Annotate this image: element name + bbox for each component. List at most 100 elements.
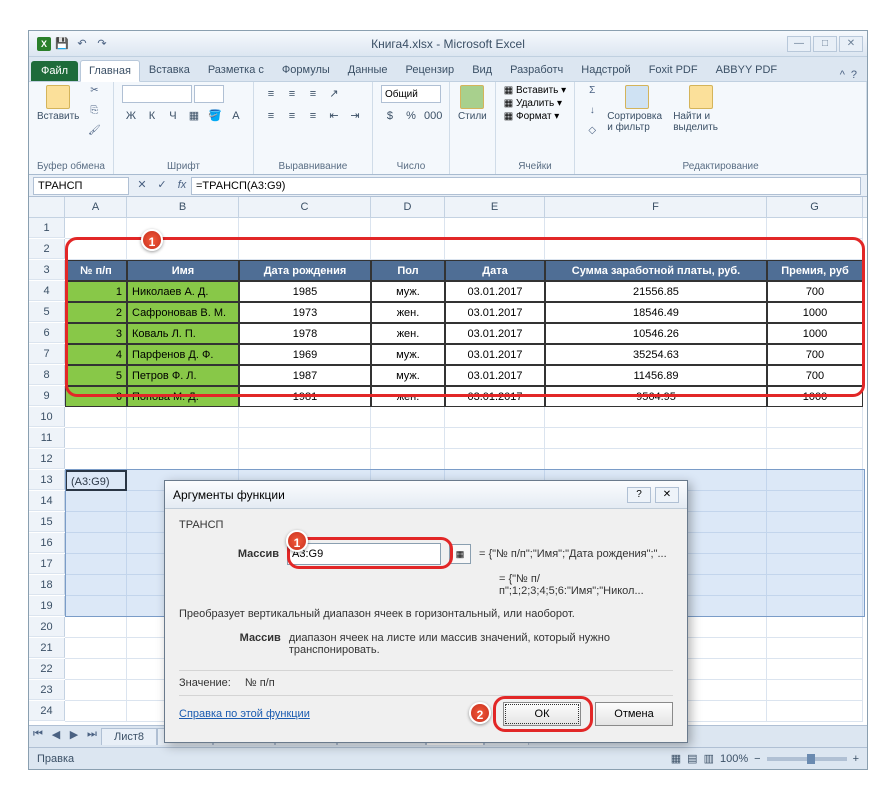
sort-filter-button[interactable]: Сортировка и фильтр (607, 85, 667, 133)
cell[interactable]: 03.01.2017 (445, 323, 545, 344)
sheet-nav-first[interactable]: ⏮ (29, 728, 47, 746)
zoom-slider[interactable] (767, 757, 847, 761)
cell[interactable]: 03.01.2017 (445, 344, 545, 365)
row-header[interactable]: 10 (29, 407, 65, 427)
cell[interactable]: муж. (371, 365, 445, 386)
cell[interactable]: Николаев А. Д. (127, 281, 239, 302)
cell[interactable]: 700 (767, 365, 863, 386)
indent-inc-icon[interactable]: ⇥ (346, 107, 364, 125)
clear-icon[interactable]: ◇ (583, 125, 601, 141)
cell[interactable]: 9564.95 (545, 386, 767, 407)
cell[interactable]: 03.01.2017 (445, 281, 545, 302)
indent-dec-icon[interactable]: ⇤ (325, 107, 343, 125)
view-layout-icon[interactable]: ▤ (687, 752, 697, 765)
close-button[interactable]: ✕ (839, 36, 863, 52)
tab-abbyy[interactable]: ABBYY PDF (707, 59, 787, 81)
dialog-help-button[interactable]: ? (627, 487, 651, 503)
file-tab[interactable]: Файл (31, 61, 78, 81)
cell[interactable] (371, 428, 445, 449)
cell[interactable]: Пол (371, 260, 445, 281)
cell[interactable] (545, 428, 767, 449)
cell[interactable] (767, 680, 863, 701)
cell[interactable]: жен. (371, 386, 445, 407)
cell[interactable] (65, 701, 127, 722)
tab-review[interactable]: Рецензир (397, 59, 464, 81)
cell[interactable]: 18546.49 (545, 302, 767, 323)
row-header[interactable]: 21 (29, 638, 65, 658)
cell[interactable]: 2 (65, 302, 127, 323)
col-header-D[interactable]: D (371, 197, 445, 217)
cell[interactable] (767, 449, 863, 470)
sheet-tab[interactable]: Лист8 (101, 728, 157, 745)
row-header[interactable]: 18 (29, 575, 65, 595)
cell[interactable]: 1969 (239, 344, 371, 365)
cell[interactable]: Дата (445, 260, 545, 281)
col-header-F[interactable]: F (545, 197, 767, 217)
cell[interactable] (545, 449, 767, 470)
range-selector-button[interactable]: ▦ (449, 544, 471, 564)
tab-layout[interactable]: Разметка с (199, 59, 273, 81)
cut-icon[interactable]: ✂ (85, 85, 103, 101)
cell[interactable]: Дата рождения (239, 260, 371, 281)
cell[interactable]: 5 (65, 365, 127, 386)
tab-view[interactable]: Вид (463, 59, 501, 81)
align-center-icon[interactable]: ≡ (283, 107, 301, 125)
minimize-button[interactable]: — (787, 36, 811, 52)
row-header[interactable]: 6 (29, 323, 65, 343)
row-header[interactable]: 11 (29, 428, 65, 448)
cell[interactable]: Парфенов Д. Ф. (127, 344, 239, 365)
tab-foxit[interactable]: Foxit PDF (640, 59, 707, 81)
cell[interactable]: 3 (65, 323, 127, 344)
cell[interactable] (371, 449, 445, 470)
cell[interactable] (65, 659, 127, 680)
delete-cells-button[interactable]: ▦ Удалить ▾ (504, 98, 562, 109)
row-header[interactable]: 1 (29, 218, 65, 238)
paste-button[interactable]: Вставить (37, 85, 79, 122)
format-painter-icon[interactable]: 🖌 (85, 125, 103, 141)
cell[interactable] (767, 218, 863, 239)
cell[interactable]: муж. (371, 281, 445, 302)
save-icon[interactable]: 💾 (55, 37, 69, 51)
format-cells-button[interactable]: ▦ Формат ▾ (504, 111, 560, 122)
cell[interactable]: 1978 (239, 323, 371, 344)
cell[interactable] (767, 428, 863, 449)
align-bot-icon[interactable]: ≡ (304, 85, 322, 103)
row-header[interactable]: 7 (29, 344, 65, 364)
italic-button[interactable]: К (143, 107, 161, 125)
cell[interactable]: 4 (65, 344, 127, 365)
cell[interactable]: Имя (127, 260, 239, 281)
tab-insert[interactable]: Вставка (140, 59, 199, 81)
align-right-icon[interactable]: ≡ (304, 107, 322, 125)
cell[interactable]: 1985 (239, 281, 371, 302)
fx-icon[interactable]: fx (173, 177, 191, 195)
border-button[interactable]: ▦ (185, 107, 203, 125)
cell[interactable] (65, 638, 127, 659)
align-left-icon[interactable]: ≡ (262, 107, 280, 125)
cell[interactable] (445, 239, 545, 260)
cell[interactable]: 03.01.2017 (445, 302, 545, 323)
cell[interactable]: 1987 (239, 365, 371, 386)
row-header[interactable]: 17 (29, 554, 65, 574)
zoom-out-button[interactable]: − (754, 753, 760, 765)
cell[interactable] (545, 239, 767, 260)
cell[interactable] (767, 659, 863, 680)
formula-input[interactable]: =ТРАНСП(A3:G9) (191, 177, 861, 195)
cell[interactable]: 11456.89 (545, 365, 767, 386)
cell[interactable]: 1000 (767, 302, 863, 323)
comma-icon[interactable]: 000 (423, 107, 441, 125)
cell[interactable] (767, 701, 863, 722)
row-header[interactable]: 2 (29, 239, 65, 259)
row-header[interactable]: 14 (29, 491, 65, 511)
cell[interactable] (127, 218, 239, 239)
cell[interactable]: 03.01.2017 (445, 365, 545, 386)
underline-button[interactable]: Ч (164, 107, 182, 125)
cell[interactable]: муж. (371, 344, 445, 365)
cell[interactable] (65, 239, 127, 260)
find-select-button[interactable]: Найти и выделить (673, 85, 729, 133)
cell[interactable] (239, 407, 371, 428)
cell[interactable] (65, 617, 127, 638)
cell[interactable]: 700 (767, 344, 863, 365)
percent-icon[interactable]: % (402, 107, 420, 125)
undo-icon[interactable]: ↶ (75, 37, 89, 51)
cell[interactable] (371, 407, 445, 428)
